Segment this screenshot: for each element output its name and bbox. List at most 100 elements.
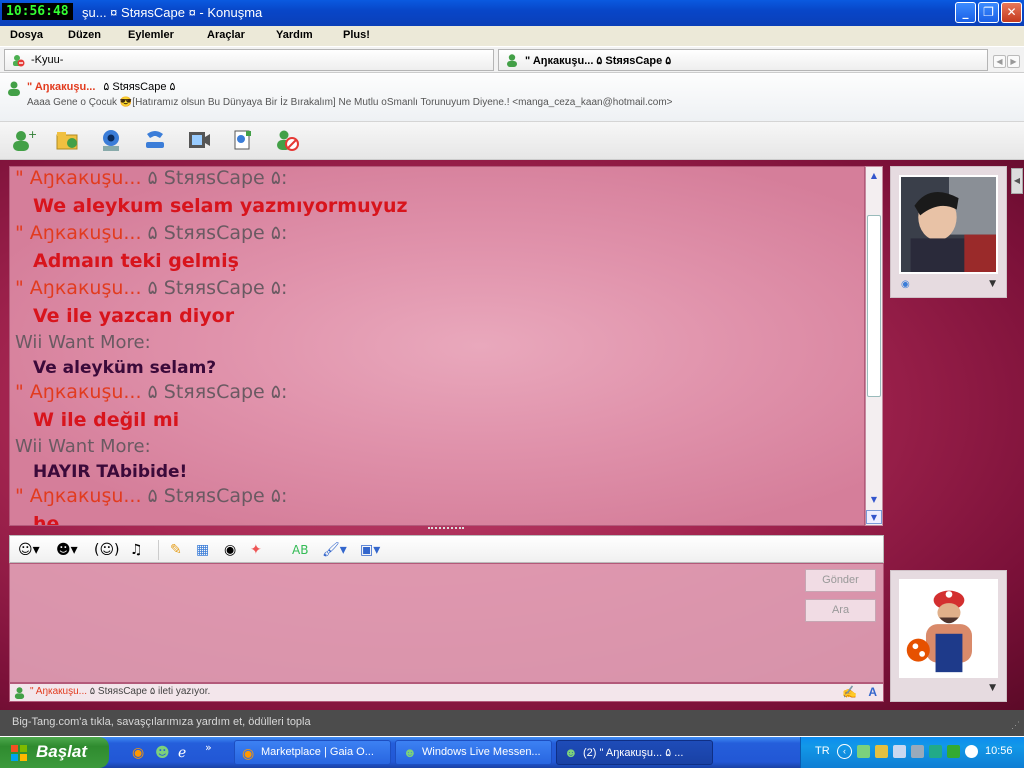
tab-ankakusu[interactable]: " Aŋкакuşu... ۵ StяяsCape ۵ — [498, 49, 988, 71]
task-firefox[interactable]: ◉ Marketplace | Gaia O... — [234, 740, 391, 765]
arrow-tray-icon[interactable] — [947, 745, 960, 758]
maximize-button[interactable]: ❐ — [978, 2, 999, 23]
contact-typing-icon — [14, 687, 25, 699]
language-indicator[interactable]: TR — [815, 745, 830, 757]
message-text: W ile değil mi — [33, 409, 180, 431]
network-tray-icon[interactable] — [893, 745, 906, 758]
splitter-grip[interactable] — [428, 527, 464, 532]
close-button[interactable]: ✕ — [1001, 2, 1022, 23]
message-text-wii: Ve aleyküm selam? — [33, 358, 217, 378]
menu-araclar[interactable]: Araçlar — [207, 29, 245, 41]
menu-duzen[interactable]: Düzen — [68, 29, 101, 41]
conversation-history[interactable]: " Aŋкакuşu... ۵ StяяsCape ۵: We aleykum … — [9, 166, 865, 526]
conversation-tabs: -Kyuu- " Aŋкакuşu... ۵ StяяsCape ۵ ◀ ▶ — [0, 47, 1024, 73]
minimize-button[interactable]: _ — [955, 2, 976, 23]
contact-display-name: " Aŋкакuşu... — [27, 81, 96, 93]
tray-expand-icon[interactable]: ‹ — [837, 744, 852, 759]
wink-icon[interactable]: ☻▾ — [56, 541, 78, 559]
task-conversation[interactable]: ☻ (2) " Aŋкакuşu... ۵ ... — [556, 740, 713, 765]
scroll-down-icon[interactable]: ▼ — [866, 493, 882, 507]
security-tray-icon[interactable] — [875, 745, 888, 758]
messenger-tray-icon[interactable] — [857, 745, 870, 758]
contact-avatar-panel: ◉ ▼ — [890, 166, 1007, 298]
sender-suffix: ۵ StяяsCape ۵: — [141, 222, 288, 244]
menu-plus[interactable]: Plus! — [343, 29, 370, 41]
message-text-wii: HAYIR TAbibide! — [33, 462, 188, 482]
input-toolbar: ☺▾ ☻▾ (☺) ♫ ✎ ▦ ◉ ✦ AB 🖌▾ ▣▾ — [9, 535, 884, 563]
app-tray-icon[interactable] — [929, 745, 942, 758]
typing-text: ۵ StяяsCape ۵ ileti yazıyor. — [87, 686, 211, 697]
scroll-end-icon[interactable]: ▼ — [866, 510, 882, 524]
block-contact-icon[interactable] — [274, 128, 300, 152]
user-avatar[interactable] — [899, 579, 998, 678]
video-clip-icon[interactable] — [186, 128, 212, 152]
emoticon-icon[interactable]: ☺▾ — [18, 541, 40, 559]
task-label: (2) " Aŋкакuşu... ۵ ... — [583, 747, 684, 759]
contact-blocked-icon — [13, 55, 25, 67]
message-sender: " Aŋкакuşu... ۵ StяяsCape ۵: — [15, 167, 287, 189]
collapse-panel-icon[interactable]: ◀ — [1011, 168, 1023, 194]
ie-quicklaunch-icon[interactable]: ℯ — [178, 745, 186, 761]
avatar-menu-icon[interactable]: ▼ — [989, 279, 996, 289]
device-tray-icon[interactable] — [911, 745, 924, 758]
message-text: he — [33, 513, 60, 526]
nudge-icon[interactable]: (☺) — [94, 541, 120, 559]
menu-eylemler[interactable]: Eylemler — [128, 29, 174, 41]
contact-name-suffix: ۵ StяяsCape ۵ — [103, 81, 176, 93]
quicklaunch-more-icon[interactable]: » — [205, 741, 212, 754]
tab-next-icon[interactable]: ▶ — [1007, 55, 1020, 68]
ad-banner[interactable]: Big-Tang.com'a tıkla, savaşçılarımıza ya… — [0, 710, 1024, 736]
handwriting-icon[interactable]: ✍ — [842, 685, 857, 699]
avatar-menu-icon[interactable]: ▼ — [989, 683, 996, 693]
message-text: Admaın teki gelmiş — [33, 250, 239, 272]
clock-tray-icon[interactable] — [965, 745, 978, 758]
firefox-quicklaunch-icon[interactable]: ◉ — [132, 745, 144, 761]
sender-name: " Aŋкакuşu... — [15, 222, 142, 244]
messenger-quicklaunch-icon[interactable]: ☻ — [155, 745, 170, 761]
scroll-thumb[interactable] — [867, 215, 881, 397]
resize-grip-icon[interactable]: ⋰ — [1011, 720, 1020, 731]
start-button[interactable]: Başlat — [0, 737, 109, 768]
contact-status-icon — [8, 81, 20, 96]
system-tray: TR ‹ 10:56 — [800, 737, 1024, 768]
call-icon[interactable] — [142, 128, 168, 152]
sender-name: " Aŋкакuşu... — [15, 277, 142, 299]
task-messenger[interactable]: ☻ Windows Live Messen... — [395, 740, 552, 765]
sound-icon[interactable]: ◉ — [224, 541, 236, 559]
paint-icon[interactable]: 🖌▾ — [322, 541, 347, 559]
taskbar: Başlat ◉ ☻ ℯ » ◉ Marketplace | Gaia O...… — [0, 737, 1024, 768]
font-icon[interactable]: AB — [292, 541, 308, 559]
send-button[interactable]: Gönder — [805, 569, 876, 592]
ink-icon[interactable]: ✎ — [170, 541, 182, 559]
text-mode-icon[interactable]: A — [868, 685, 877, 699]
sender-name: " Aŋкакuşu... — [15, 381, 142, 403]
voice-clip-icon[interactable]: ♫ — [130, 541, 143, 559]
window-titlebar[interactable]: 10:56:48 şu... ¤ StяяsCape ¤ - Konuşma _… — [0, 0, 1024, 26]
webcam-icon[interactable]: ◉ — [901, 279, 910, 290]
picture-icon[interactable]: ▣▾ — [360, 541, 380, 559]
typing-contact: " Aŋкакuşu... — [30, 686, 87, 697]
search-button[interactable]: Ara — [805, 599, 876, 622]
games-icon[interactable]: ✦ — [250, 541, 262, 559]
invite-contact-icon[interactable]: + — [10, 128, 36, 152]
ad-text[interactable]: Big-Tang.com'a tıkla, savaşçılarımıza ya… — [12, 716, 311, 728]
toolbar-divider — [158, 540, 159, 560]
video-call-icon[interactable] — [98, 128, 124, 152]
tab-kyuu[interactable]: -Kyuu- — [4, 49, 494, 71]
scroll-up-icon[interactable]: ▲ — [866, 169, 882, 183]
taskbar-clock[interactable]: 10:56 — [985, 745, 1013, 757]
backgrounds-icon[interactable]: ▦ — [196, 541, 209, 559]
tab-prev-icon[interactable]: ◀ — [993, 55, 1006, 68]
task-label: Marketplace | Gaia O... — [261, 746, 374, 758]
contact-avatar[interactable] — [899, 175, 998, 274]
message-input[interactable]: Gönder Ara — [9, 563, 884, 683]
sender-suffix: ۵ StяяsCape ۵: — [141, 167, 288, 189]
menu-dosya[interactable]: Dosya — [10, 29, 43, 41]
activities-icon[interactable] — [230, 128, 256, 152]
menu-yardim[interactable]: Yardım — [276, 29, 313, 41]
conversation-scrollbar[interactable]: ▲ ▼ ▼ — [865, 166, 883, 526]
clock-overlay: 10:56:48 — [2, 3, 73, 20]
message-text: Ve ile yazcan diyor — [33, 305, 235, 327]
send-files-icon[interactable] — [55, 128, 81, 152]
task-label: Windows Live Messen... — [422, 746, 541, 758]
